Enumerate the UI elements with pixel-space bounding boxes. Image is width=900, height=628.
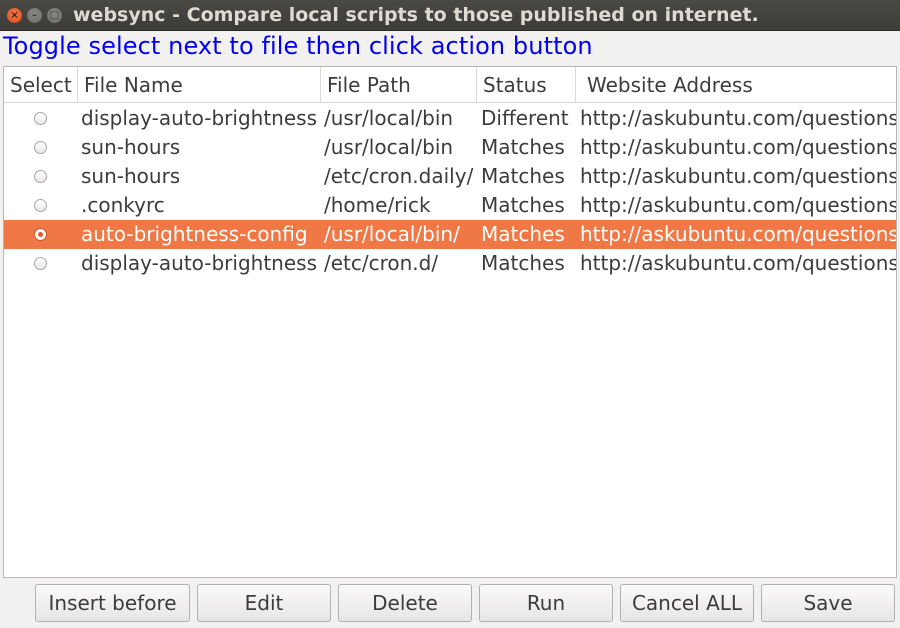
cell-file-name: display-auto-brightness [81, 106, 317, 130]
cell-website-address: http://askubuntu.com/questions [580, 135, 897, 159]
select-radio[interactable] [34, 228, 47, 241]
cell-website-address: http://askubuntu.com/questions [580, 251, 897, 275]
cell-file-name: auto-brightness-config [81, 222, 308, 246]
cell-file-path: /etc/cron.d/ [324, 251, 439, 275]
cell-file-path: /home/rick [324, 193, 431, 217]
cell-file-name: sun-hours [81, 135, 181, 159]
select-radio[interactable] [34, 170, 47, 183]
cell-file-name: display-auto-brightness [81, 251, 317, 275]
select-radio[interactable] [34, 257, 47, 270]
table-row[interactable]: sun-hours/etc/cron.daily/Matches http://a… [4, 162, 896, 191]
cell-website-address: http://askubuntu.com/questions [580, 164, 897, 188]
save-button[interactable]: Save [761, 584, 895, 622]
cell-website-address: http://askubuntu.com/questions [580, 106, 897, 130]
maximize-icon[interactable]: □ [47, 8, 62, 23]
cell-file-path: /usr/local/bin/ [324, 222, 460, 246]
cell-website-address: http://askubuntu.com/questions [580, 193, 897, 217]
select-radio[interactable] [34, 141, 47, 154]
run-button[interactable]: Run [479, 584, 613, 622]
column-header-file-path[interactable]: File Path [321, 67, 477, 103]
cell-status: Different [481, 106, 569, 130]
delete-button[interactable]: Delete [338, 584, 472, 622]
select-radio[interactable] [34, 199, 47, 212]
column-header-website-address[interactable]: Website Address [576, 67, 896, 103]
cell-status: Matches [481, 193, 565, 217]
edit-button[interactable]: Edit [197, 584, 331, 622]
table-row[interactable]: .conkyrc/home/rick Matches http://askubunt… [4, 191, 896, 220]
column-header-status[interactable]: Status [477, 67, 576, 103]
column-header-select[interactable]: Select [4, 67, 78, 103]
cell-status: Matches [481, 251, 565, 275]
cell-file-path: /etc/cron.daily/ [324, 164, 474, 188]
cell-file-name: sun-hours [81, 164, 181, 188]
table-row[interactable]: display-auto-brightness/usr/local/bin Dif… [4, 104, 896, 133]
select-radio[interactable] [34, 112, 47, 125]
cell-status: Matches [481, 222, 565, 246]
action-button-bar: Insert before Edit Delete Run Cancel ALL… [0, 580, 900, 628]
cell-website-address: http://askubuntu.com/questions [580, 222, 897, 246]
column-header-file-name[interactable]: File Name [78, 67, 321, 103]
cell-status: Matches [481, 135, 565, 159]
file-table: Select File Name File Path Status Websit… [3, 66, 897, 578]
cell-status: Matches [481, 164, 565, 188]
title-bar: × – □ websync - Compare local scripts to… [0, 0, 900, 31]
radio-checked-dot [38, 232, 43, 237]
window-title: websync - Compare local scripts to those… [73, 4, 759, 26]
cancel-all-button[interactable]: Cancel ALL [620, 584, 754, 622]
table-row[interactable]: sun-hours/usr/local/bin Matches http://ask… [4, 133, 896, 162]
table-header: Select File Name File Path Status Websit… [4, 67, 896, 103]
minimize-icon[interactable]: – [27, 8, 42, 23]
instruction-text: Toggle select next to file then click ac… [3, 32, 593, 60]
insert-before-button[interactable]: Insert before [35, 584, 190, 622]
table-row[interactable]: auto-brightness-config/usr/local/bin/Mat… [4, 220, 896, 249]
close-icon[interactable]: × [7, 8, 22, 23]
cell-file-name: .conkyrc [81, 193, 165, 217]
table-row[interactable]: display-auto-brightness/etc/cron.d/Match… [4, 249, 896, 278]
cell-file-path: /usr/local/bin [324, 135, 454, 159]
cell-file-path: /usr/local/bin [324, 106, 454, 130]
